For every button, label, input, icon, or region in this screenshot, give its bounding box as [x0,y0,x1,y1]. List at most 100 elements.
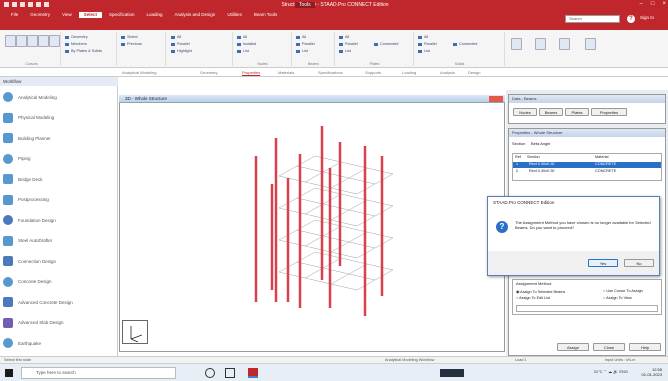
beam-member[interactable] [340,193,368,201]
new-icon[interactable] [12,2,17,7]
sidebar-item-building-planner[interactable]: Building Planner [3,130,115,146]
beam-member[interactable] [330,251,358,259]
sidebar-item-analytical-modeling[interactable]: Analytical Modeling [3,89,115,105]
close-icon[interactable]: × [662,1,666,7]
solids-button[interactable] [511,38,522,50]
section-tab[interactable]: Section [512,141,525,146]
modes-button[interactable] [585,38,596,50]
assign-edit-list-radio[interactable]: ○ Assign To Edit List [516,296,550,300]
beam-member[interactable] [304,267,324,279]
beam-member[interactable] [304,277,332,285]
data-tab-plates[interactable]: Plates [565,108,589,116]
ribbon-tab-view[interactable]: View [57,12,77,18]
solids-connected-item[interactable]: Connected [453,42,477,46]
minimize-icon[interactable]: – [640,1,643,7]
save-icon[interactable] [28,2,33,7]
beam-member[interactable] [374,237,394,249]
assign-selected-beams-radio[interactable]: ◉ Assign To Selected Beams [516,289,565,294]
plates-parallel-item[interactable]: Parallel [339,42,358,46]
previous-item[interactable]: Previous [121,42,142,46]
beam-member[interactable] [322,235,350,243]
beam-member[interactable] [304,235,324,247]
beam-member[interactable] [330,283,358,291]
dialog-no-button[interactable]: No [624,259,654,267]
solids-parallel-item[interactable]: Parallel [418,42,437,46]
nodes-isolated-item[interactable]: Isolated [237,42,256,46]
ribbon-tab-specification[interactable]: Specification [104,12,140,18]
all-item[interactable]: All [171,35,181,39]
page-tab-specifications[interactable]: Specifications [318,70,343,75]
beam-member[interactable] [322,203,350,211]
main-viewport[interactable] [119,95,505,352]
use-cursor-radio[interactable]: ○ Use Cursor To Assign [603,289,643,293]
viewport-close-icon[interactable] [489,96,503,102]
beams-parallel-item[interactable]: Parallel [296,42,315,46]
help-button[interactable]: Help [629,343,661,351]
page-tab-analytical-modeling[interactable]: Analytical Modeling [122,70,156,75]
beam-member[interactable] [304,181,332,189]
table-row[interactable]: 1 Rect 0.30x0.30 CONCRETE [513,162,661,168]
nodes-list-item[interactable]: List [237,49,249,53]
beam-member[interactable] [348,209,376,217]
highlight-item[interactable]: Highlight [171,49,192,53]
beam-member[interactable] [314,187,342,195]
redo-icon[interactable] [44,2,49,7]
nodes-cursor-button[interactable] [5,35,16,47]
parallel-item[interactable]: Parallel [171,42,190,46]
taskbar-app-icon[interactable] [440,369,464,377]
sidebar-item-foundation-design[interactable]: Foundation Design [3,212,115,228]
beam-member[interactable] [278,165,298,177]
beam-member[interactable] [348,177,376,185]
beam-member[interactable] [366,167,394,175]
solids-list-item[interactable]: List [418,49,430,53]
ribbon-tab-analysis-and-design[interactable]: Analysis and Design [170,12,221,18]
beta-angle-tab[interactable]: Beta Angle [531,141,550,146]
sidebar-item-earthquake[interactable]: Earthquake [3,335,115,351]
assign-button[interactable]: Assign [557,343,589,351]
beam-member[interactable] [330,273,350,285]
workflows-button[interactable] [559,38,570,50]
staad-taskbar-icon[interactable] [248,368,258,378]
sidebar-item-concrete-design[interactable]: Concrete Design [3,274,115,290]
surface-cursor-button[interactable] [49,35,60,47]
sidebar-item-bridge-deck[interactable]: Bridge Deck [3,171,115,187]
ribbon-tab-beam-tools[interactable]: Beam Tools [249,12,282,18]
beam-member[interactable] [322,267,350,275]
beam-member[interactable] [348,241,376,249]
quick-access-toolbar[interactable] [4,2,49,7]
nodes-all-item[interactable]: All [237,35,247,39]
sidebar-item-steel-autodrafter[interactable]: Steel AutoDrafter [3,233,115,249]
plates-connected-item[interactable]: Connected [374,42,398,46]
sign-in-link[interactable]: Sign In [640,15,654,20]
page-tab-supports[interactable]: Supports [365,70,381,75]
beam-member[interactable] [340,225,368,233]
beam-member[interactable] [322,193,342,205]
sidebar-item-piping[interactable]: Piping [3,151,115,167]
beam-member[interactable] [348,273,376,281]
beam-member[interactable] [304,171,324,183]
page-tab-analysis[interactable]: Analysis [440,70,455,75]
windows-start-icon[interactable] [5,369,13,377]
sidebar-item-advanced-concrete-design[interactable]: Advanced Concrete Design [3,294,115,310]
taskbar-clock[interactable]: 12:55 01-01-2023 [642,367,662,377]
ribbon-tab-geometry[interactable]: Geometry [25,12,55,18]
sidebar-item-advanced-slab-design[interactable]: Advanced Slab Design [3,315,115,331]
ribbon-tab-loading[interactable]: Loading [142,12,168,18]
solids-all-item[interactable]: All [418,35,428,39]
other-button[interactable] [535,38,546,50]
language-indicator[interactable]: ENG [619,369,628,374]
beam-member[interactable] [330,187,358,195]
plates-cursor-button[interactable] [27,35,38,47]
select-members-item[interactable]: Members [65,42,87,46]
plates-list-item[interactable]: List [339,49,351,53]
maximize-icon[interactable]: □ [651,1,655,7]
table-row[interactable]: 2 Rect 0.30x0.30 CONCRETE [513,169,661,175]
beams-list-item[interactable]: List [296,49,308,53]
beams-all-item[interactable]: All [296,35,306,39]
beam-member[interactable] [322,171,350,179]
structure-model[interactable] [120,96,506,353]
page-tab-design[interactable]: Design [468,70,480,75]
beam-member[interactable] [314,219,342,227]
beam-member[interactable] [366,263,394,271]
data-tab-beams[interactable]: Beams [539,108,563,116]
